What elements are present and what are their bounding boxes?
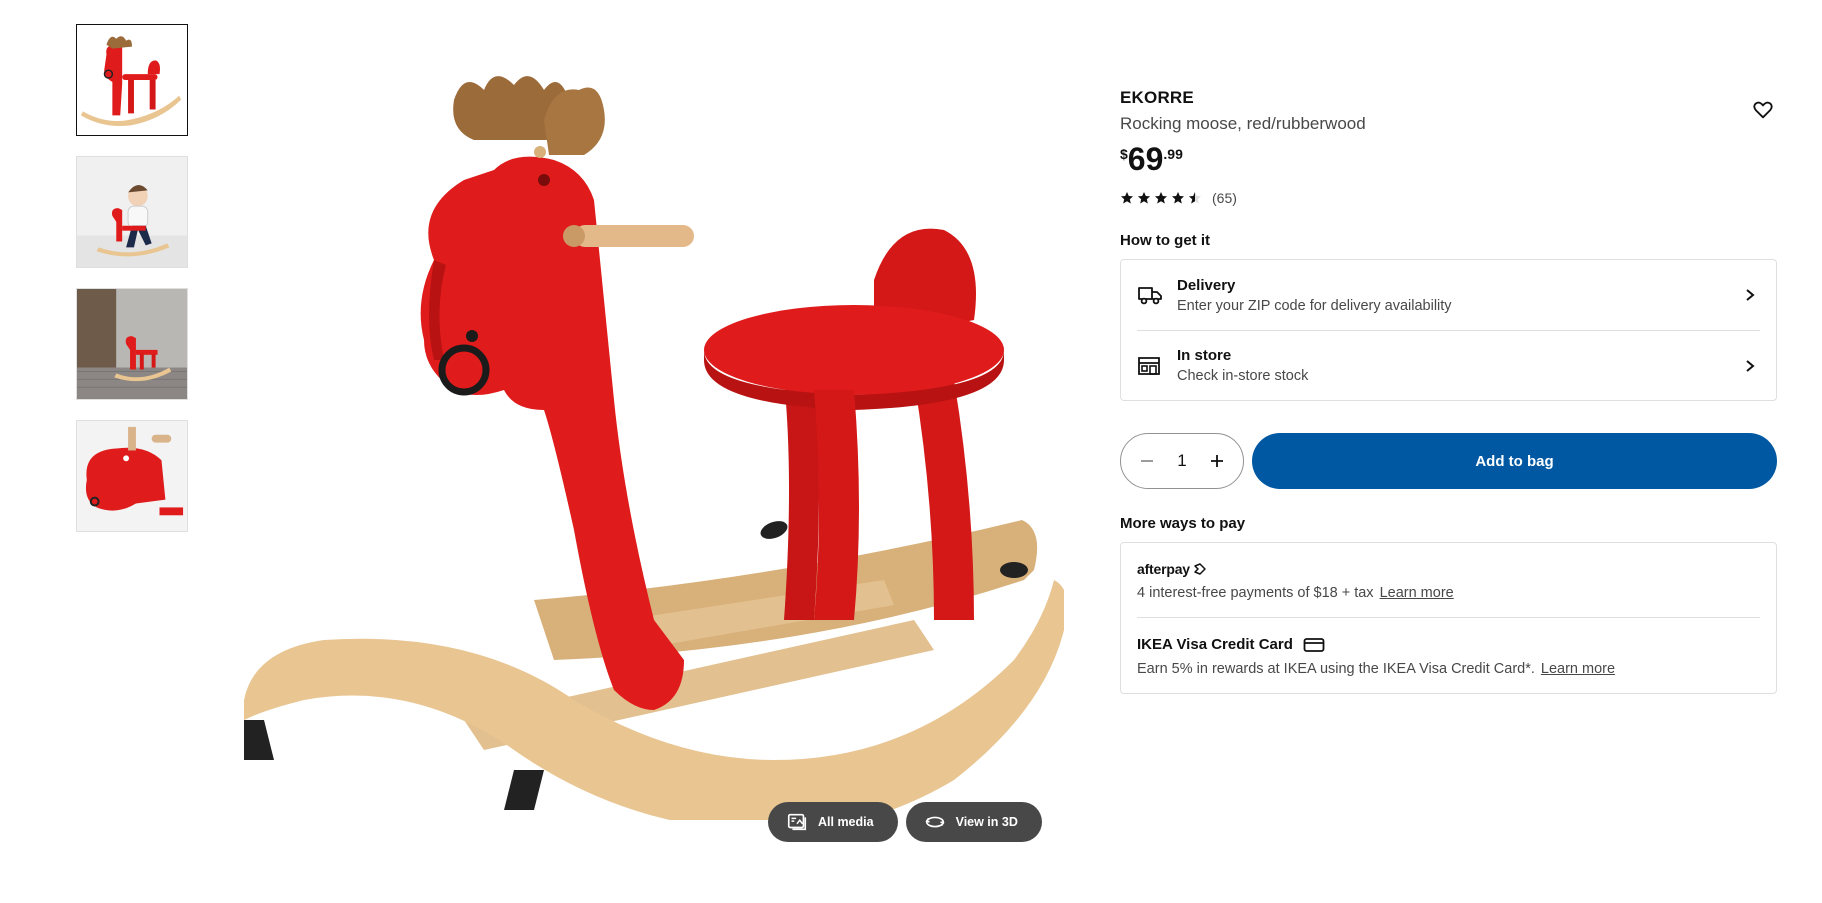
gallery-icon: [787, 813, 807, 831]
child-on-moose-thumbnail: [77, 157, 187, 267]
plus-icon: [1211, 455, 1223, 467]
visa-card-title-text: IKEA Visa Credit Card: [1137, 636, 1293, 653]
thumbnail-product[interactable]: [76, 24, 188, 136]
review-count: (65): [1212, 190, 1237, 206]
price-integer: 69: [1127, 141, 1164, 177]
purchase-row: Add to bag: [1120, 433, 1777, 489]
rating-stars: [1120, 191, 1202, 205]
afterpay-option: afterpay 4 interest-free payments of $18…: [1137, 543, 1760, 617]
truck-icon: [1138, 287, 1162, 305]
fulfillment-options: Delivery Enter your ZIP code for deliver…: [1120, 259, 1777, 401]
view-3d-label: View in 3D: [955, 815, 1018, 829]
delivery-option[interactable]: Delivery Enter your ZIP code for deliver…: [1137, 260, 1760, 330]
afterpay-arrows-icon: [1194, 563, 1206, 575]
media-button-group: All media View in 3D: [768, 802, 1042, 842]
afterpay-learn-more-link[interactable]: Learn more: [1380, 585, 1454, 601]
afterpay-logo: afterpay: [1137, 561, 1760, 577]
star-icon: [1138, 192, 1150, 204]
quantity-stepper: [1120, 433, 1244, 489]
all-media-button[interactable]: All media: [768, 802, 898, 842]
visa-text: Earn 5% in rewards at IKEA using the IKE…: [1137, 661, 1535, 677]
afterpay-text: 4 interest-free payments of $18 + tax: [1137, 585, 1374, 601]
quantity-input[interactable]: [1167, 451, 1197, 471]
star-icon: [1155, 192, 1167, 204]
afterpay-logo-text: afterpay: [1137, 561, 1190, 577]
chevron-right-icon: [1746, 289, 1755, 301]
moose-in-room-thumbnail: [77, 289, 187, 399]
star-icon: [1172, 192, 1184, 204]
in-store-title: In store: [1177, 347, 1232, 364]
chevron-right-icon: [1746, 359, 1755, 372]
credit-card-icon: [1303, 637, 1325, 652]
price-decimal: .99: [1163, 146, 1183, 162]
thumbnail-detail[interactable]: [76, 420, 188, 532]
all-media-label: All media: [818, 815, 874, 829]
thumbnail-child-riding[interactable]: [76, 156, 188, 268]
visa-card-title: IKEA Visa Credit Card: [1137, 636, 1760, 653]
main-product-image[interactable]: [214, 60, 1064, 820]
product-brand: EKORRE: [1120, 88, 1194, 107]
visa-card-option: IKEA Visa Credit Card Earn 5% in rewards…: [1137, 617, 1760, 693]
visa-text-line: Earn 5% in rewards at IKEA using the IKE…: [1137, 661, 1760, 677]
afterpay-text-line: 4 interest-free payments of $18 + tax Lea…: [1137, 585, 1760, 601]
minus-icon: [1141, 460, 1153, 462]
product-price: $ 69 .99: [1120, 142, 1777, 176]
in-store-option[interactable]: In store Check in-store stock: [1137, 330, 1760, 400]
product-description: Rocking moose, red/rubberwood: [1120, 114, 1366, 133]
thumbnail-list: [76, 24, 190, 552]
favourite-button[interactable]: [1749, 96, 1777, 124]
payment-options: afterpay 4 interest-free payments of $18…: [1120, 542, 1777, 694]
visa-learn-more-link[interactable]: Learn more: [1541, 661, 1615, 677]
increase-quantity-button[interactable]: [1203, 447, 1231, 475]
more-ways-to-pay-title: More ways to pay: [1120, 515, 1246, 532]
in-store-subtitle: Check in-store stock: [1177, 368, 1309, 384]
price-currency: $: [1120, 146, 1128, 162]
decrease-quantity-button[interactable]: [1133, 447, 1161, 475]
store-icon: [1138, 356, 1160, 375]
delivery-subtitle: Enter your ZIP code for delivery availab…: [1177, 297, 1452, 314]
product-panel: EKORRE Rocking moose, red/rubberwood $ 6…: [1120, 88, 1777, 694]
how-to-get-title: How to get it: [1120, 232, 1210, 249]
product-rating[interactable]: (65): [1120, 190, 1777, 206]
view-3d-button[interactable]: View in 3D: [905, 802, 1042, 842]
star-icon: [1121, 192, 1133, 204]
thumbnail-room-scene[interactable]: [76, 288, 188, 400]
add-to-bag-button[interactable]: Add to bag: [1252, 433, 1777, 489]
heart-icon: [1753, 101, 1773, 119]
rocking-moose-thumbnail: [77, 25, 187, 135]
rotate-3d-icon: [925, 816, 945, 828]
star-icon: [1189, 192, 1201, 204]
moose-head-detail-thumbnail: [77, 421, 187, 531]
rocking-moose-image: [244, 76, 1064, 820]
delivery-title: Delivery: [1177, 276, 1236, 294]
